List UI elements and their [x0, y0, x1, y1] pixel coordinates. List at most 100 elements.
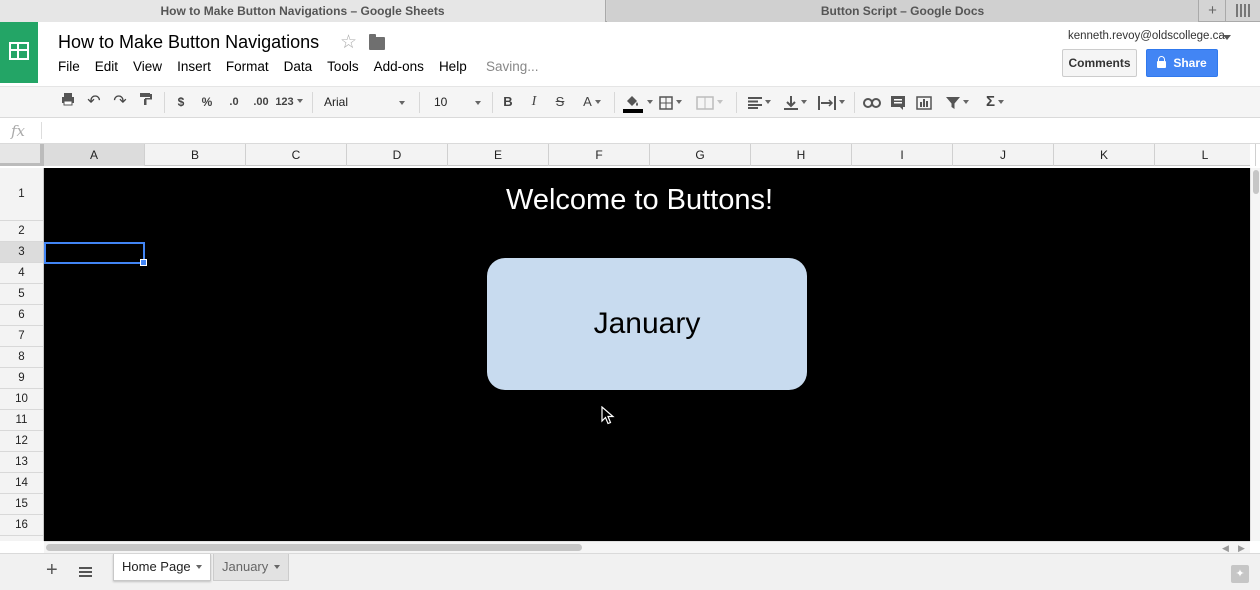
- font-family-select[interactable]: Arial: [324, 87, 348, 117]
- row-header-7[interactable]: 7: [0, 326, 43, 347]
- row-header-15[interactable]: 15: [0, 494, 43, 515]
- percent-format-button[interactable]: %: [198, 87, 216, 117]
- redo-icon[interactable]: ↷: [110, 87, 130, 117]
- filter-icon[interactable]: [940, 87, 974, 117]
- undo-icon[interactable]: ↶: [84, 87, 104, 117]
- folder-icon[interactable]: [369, 34, 385, 50]
- menu-data[interactable]: Data: [284, 59, 313, 77]
- chevron-down-icon[interactable]: [274, 565, 280, 569]
- column-header-g[interactable]: G: [650, 144, 751, 166]
- bold-button[interactable]: B: [500, 87, 516, 117]
- comments-button[interactable]: Comments: [1062, 49, 1137, 77]
- row-header-11[interactable]: 11: [0, 410, 43, 431]
- toolbar-divider: [419, 92, 420, 113]
- row-header-5[interactable]: 5: [0, 284, 43, 305]
- column-header-h[interactable]: H: [751, 144, 852, 166]
- menu-tools[interactable]: Tools: [327, 59, 359, 77]
- row-header-1[interactable]: 1: [0, 168, 43, 221]
- text-color-button[interactable]: A: [578, 87, 606, 117]
- menu-insert[interactable]: Insert: [177, 59, 211, 77]
- column-header-a[interactable]: A: [44, 144, 145, 166]
- chevron-down-icon[interactable]: [1223, 35, 1231, 40]
- select-all-corner[interactable]: [0, 144, 44, 166]
- toolbar-divider: [854, 92, 855, 113]
- text-wrap-icon[interactable]: [814, 87, 848, 117]
- column-header-e[interactable]: E: [448, 144, 549, 166]
- menu-help[interactable]: Help: [439, 59, 467, 77]
- menu-file[interactable]: File: [58, 59, 80, 77]
- column-header-d[interactable]: D: [347, 144, 448, 166]
- merge-cells-icon[interactable]: [692, 87, 726, 117]
- tab-overview-icon[interactable]: [1236, 4, 1252, 17]
- browser-tab-sheets[interactable]: How to Make Button Navigations – Google …: [0, 0, 606, 22]
- link-icon[interactable]: [861, 87, 883, 117]
- row-header-8[interactable]: 8: [0, 347, 43, 368]
- account-email[interactable]: kenneth.revoy@oldscollege.ca: [1068, 30, 1225, 42]
- formula-input[interactable]: [48, 122, 1248, 140]
- all-sheets-icon[interactable]: [79, 567, 92, 577]
- vertical-scroll-thumb[interactable]: [1253, 170, 1259, 194]
- strikethrough-button[interactable]: S: [552, 87, 568, 117]
- row-header-14[interactable]: 14: [0, 473, 43, 494]
- column-header-i[interactable]: I: [852, 144, 953, 166]
- column-header-f[interactable]: F: [549, 144, 650, 166]
- vertical-align-icon[interactable]: [780, 87, 810, 117]
- selected-cell-a3[interactable]: [44, 242, 145, 264]
- row-header-12[interactable]: 12: [0, 431, 43, 452]
- chevron-down-icon[interactable]: [196, 565, 202, 569]
- star-icon[interactable]: ☆: [340, 31, 357, 54]
- browser-tab-docs[interactable]: Button Script – Google Docs: [607, 0, 1199, 22]
- row-header-16[interactable]: 16: [0, 515, 43, 536]
- horizontal-scrollbar[interactable]: ◀ ▶: [44, 541, 1250, 553]
- row-header-13[interactable]: 13: [0, 452, 43, 473]
- row-header-3[interactable]: 3: [0, 242, 43, 263]
- row-header-2[interactable]: 2: [0, 221, 43, 242]
- toolbar-divider: [312, 92, 313, 113]
- january-nav-button[interactable]: January: [487, 258, 807, 390]
- column-header-b[interactable]: B: [145, 144, 246, 166]
- welcome-heading: Welcome to Buttons!: [506, 184, 774, 216]
- menu-view[interactable]: View: [133, 59, 162, 77]
- row-header-10[interactable]: 10: [0, 389, 43, 410]
- menu-format[interactable]: Format: [226, 59, 269, 77]
- toolbar-divider: [736, 92, 737, 113]
- row-header-6[interactable]: 6: [0, 305, 43, 326]
- row-header-4[interactable]: 4: [0, 263, 43, 284]
- sheet-tab-january[interactable]: January: [213, 554, 289, 581]
- menu-edit[interactable]: Edit: [95, 59, 118, 77]
- currency-format-button[interactable]: $: [172, 87, 190, 117]
- spreadsheet-grid[interactable]: Welcome to Buttons! January: [44, 168, 1250, 541]
- column-header-l[interactable]: L: [1155, 144, 1256, 166]
- functions-button[interactable]: Σ: [980, 87, 1010, 117]
- row-header-9[interactable]: 9: [0, 368, 43, 389]
- vertical-scrollbar[interactable]: [1250, 168, 1260, 541]
- italic-button[interactable]: I: [526, 87, 542, 117]
- sheets-logo[interactable]: [0, 22, 38, 83]
- column-header-c[interactable]: C: [246, 144, 347, 166]
- decrease-decimals-button[interactable]: .0: [224, 87, 244, 117]
- share-button[interactable]: Share: [1146, 49, 1218, 77]
- column-header-k[interactable]: K: [1054, 144, 1155, 166]
- paint-format-icon[interactable]: [136, 87, 156, 117]
- column-header-j[interactable]: J: [953, 144, 1054, 166]
- new-tab-button[interactable]: +: [1200, 0, 1226, 22]
- chevron-down-icon[interactable]: [475, 101, 481, 105]
- fill-color-button[interactable]: [620, 87, 654, 117]
- comment-icon[interactable]: [888, 87, 908, 117]
- sheet-tab-home-page[interactable]: Home Page: [113, 554, 211, 581]
- chevron-down-icon[interactable]: [399, 101, 405, 105]
- document-title[interactable]: How to Make Button Navigations: [58, 32, 319, 53]
- borders-icon[interactable]: [658, 87, 682, 117]
- explore-icon[interactable]: ✦: [1231, 565, 1249, 583]
- horizontal-scroll-thumb[interactable]: [46, 544, 582, 551]
- insert-chart-icon[interactable]: [913, 87, 935, 117]
- increase-decimals-button[interactable]: .00: [250, 87, 272, 117]
- chevron-down-icon: [296, 99, 303, 103]
- menu-addons[interactable]: Add-ons: [374, 59, 424, 77]
- font-size-select[interactable]: 10: [434, 87, 447, 117]
- fill-handle[interactable]: [140, 259, 147, 266]
- print-icon[interactable]: [58, 87, 78, 117]
- more-formats-button[interactable]: 123: [274, 87, 304, 117]
- add-sheet-icon[interactable]: +: [46, 559, 58, 582]
- horizontal-align-icon[interactable]: [744, 87, 774, 117]
